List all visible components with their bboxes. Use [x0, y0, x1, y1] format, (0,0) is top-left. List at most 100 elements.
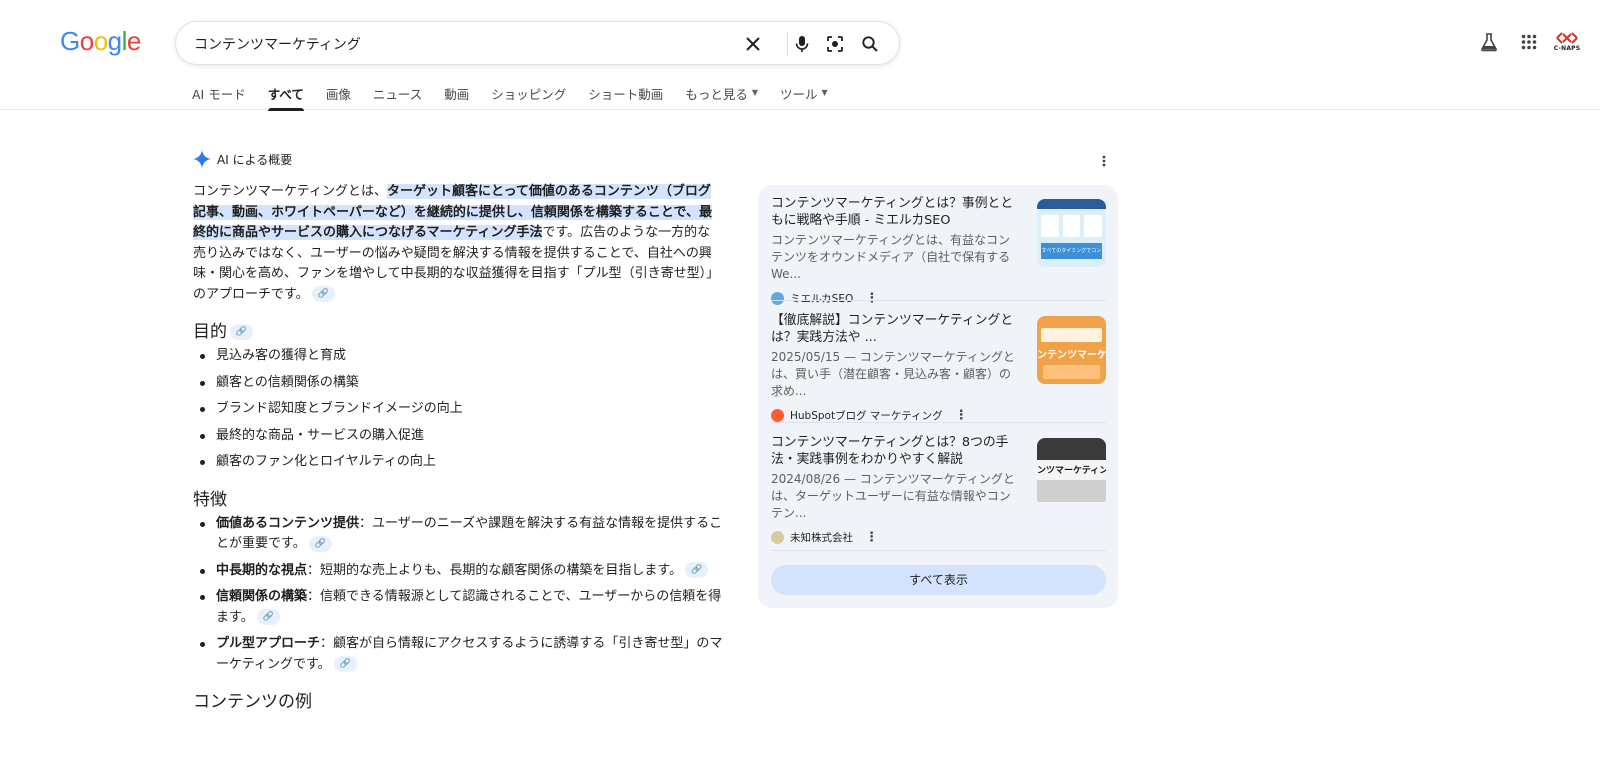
- tab-short-videos[interactable]: ショート動画: [588, 84, 663, 110]
- more-options-icon[interactable]: ⋮: [865, 530, 878, 545]
- ai-overview-header: AI による概要: [193, 150, 292, 168]
- features-heading-text: 特徴: [193, 489, 227, 510]
- tab-shopping[interactable]: ショッピング: [491, 84, 566, 110]
- account-avatar[interactable]: C-NAPS: [1552, 28, 1582, 54]
- list-item: 顧客との信頼関係の構築: [193, 373, 723, 394]
- search-box[interactable]: コンテンツマーケティング: [175, 21, 900, 65]
- apps-grid-icon[interactable]: [1517, 30, 1541, 54]
- purpose-list: 見込み客の獲得と育成 顧客との信頼関係の構築 ブランド認知度とブランドイメージの…: [193, 346, 723, 473]
- source-snippet: 2025/05/15 — コンテンツマーケティングとは、買い手（潜在顧客・見込み…: [771, 350, 1015, 398]
- intro-lead: コンテンツマーケティングとは、: [193, 184, 387, 199]
- tab-images[interactable]: 画像: [326, 84, 351, 110]
- search-tabs: AI モード すべて 画像 ニュース 動画 ショッピング ショート動画 もっと見…: [192, 84, 850, 111]
- tab-label: ショッピング: [491, 87, 567, 102]
- feature-term: 価値あるコンテンツ提供: [216, 515, 360, 531]
- tab-tools[interactable]: ツール ▼: [780, 84, 828, 110]
- list-item: 見込み客の獲得と育成: [193, 346, 723, 367]
- thumbnail-caption: ンテンツマーケティ: [1037, 350, 1106, 361]
- more-options-icon[interactable]: ⋮: [955, 408, 968, 423]
- tab-label: ツール: [779, 87, 818, 102]
- tab-label: ニュース: [372, 87, 423, 102]
- search-input[interactable]: コンテンツマーケティング: [194, 34, 361, 54]
- more-options-icon[interactable]: [1102, 152, 1106, 171]
- tab-label: もっと見る: [685, 87, 748, 102]
- purpose-heading: 目的 🔗: [193, 317, 723, 342]
- list-item: 中長期的な視点：短期的な売上よりも、長期的な顧客関係の構築を目指します。 🔗: [193, 561, 723, 582]
- source-title[interactable]: 【徹底解説】コンテンツマーケティングとは？実践方法や ...: [771, 312, 1016, 346]
- feature-separator: ：: [320, 636, 334, 651]
- source-site: HubSpotブログ マーケティング ⋮: [771, 408, 1106, 423]
- divider: [771, 300, 1106, 301]
- tab-label: AI モード: [192, 87, 246, 102]
- tab-all[interactable]: すべて: [267, 84, 305, 111]
- tab-label: 画像: [325, 87, 351, 102]
- source-thumbnail[interactable]: ンテンツマーケティ: [1037, 316, 1106, 384]
- divider: [771, 422, 1106, 423]
- search-icon[interactable]: [858, 32, 882, 56]
- feature-separator: ：: [307, 589, 321, 604]
- source-snippet: コンテンツマーケティングとは、有益なコンテンツをオウンドメディア（自社で保有する…: [771, 233, 1011, 281]
- link-chip-icon[interactable]: 🔗: [256, 609, 280, 625]
- link-chip-icon[interactable]: 🔗: [685, 562, 709, 578]
- labs-flask-icon[interactable]: [1477, 30, 1501, 54]
- site-favicon-icon: [771, 531, 784, 544]
- source-thumbnail[interactable]: すべてのタイミングでコンテンツ: [1037, 199, 1106, 267]
- source-site: 未知株式会社 ⋮: [771, 530, 1106, 545]
- source-title[interactable]: コンテンツマーケティングとは？事例とともに戦略や手順 - ミエルカSEO: [771, 195, 1016, 229]
- link-chip-icon[interactable]: 🔗: [333, 656, 357, 672]
- ai-overview-body: コンテンツマーケティングとは、ターゲット顧客にとって価値のあるコンテンツ（ブログ…: [193, 182, 723, 716]
- link-chip-icon[interactable]: 🔗: [308, 535, 332, 552]
- sources-panel: コンテンツマーケティングとは？事例とともに戦略や手順 - ミエルカSEO コンテ…: [758, 185, 1118, 608]
- header: Google コンテンツマーケティング C-NAPS AI モード すべて 画像…: [0, 0, 1600, 111]
- examples-heading: コンテンツの例: [193, 687, 723, 712]
- caret-down-icon: ▼: [751, 88, 758, 97]
- list-item: ブランド認知度とブランドイメージの向上: [193, 399, 723, 420]
- source-site-name: 未知株式会社: [790, 532, 853, 544]
- tab-label: すべて: [267, 87, 304, 102]
- list-item: 価値あるコンテンツ提供：ユーザーのニーズや課題を解決する有益な情報を提供すること…: [193, 514, 723, 555]
- list-item: 顧客のファン化とロイヤルティの向上: [193, 452, 723, 473]
- feature-text: 短期的な売上よりも、長期的な顧客関係の構築を目指します。: [320, 562, 683, 578]
- search-divider: [787, 32, 788, 56]
- thumbnail-caption: ンツマーケティング: [1037, 466, 1106, 476]
- source-site-name: HubSpotブログ マーケティング: [790, 410, 943, 422]
- source-title[interactable]: コンテンツマーケティングとは？8つの手法・実践事例をわかりやすく解説: [771, 434, 1016, 468]
- feature-term: プル型アプローチ: [216, 636, 321, 651]
- source-card[interactable]: 【徹底解説】コンテンツマーケティングとは？実践方法や ... 2025/05/1…: [771, 302, 1106, 423]
- examples-heading-text: コンテンツの例: [193, 692, 312, 712]
- feature-term: 中長期的な視点: [216, 562, 308, 578]
- source-snippet: 2024/08/26 — コンテンツマーケティングとは、ターゲットユーザーに有益…: [771, 472, 1015, 520]
- show-all-button[interactable]: すべて表示: [771, 565, 1106, 595]
- purpose-heading-text: 目的: [193, 322, 227, 342]
- list-item: 信頼関係の構築：信頼できる情報源として認識されることで、ユーザーからの信頼を得ま…: [193, 587, 723, 628]
- feature-separator: ：: [307, 562, 321, 578]
- link-chip-icon[interactable]: 🔗: [311, 286, 335, 302]
- link-chip-icon[interactable]: 🔗: [230, 324, 253, 340]
- features-list: 価値あるコンテンツ提供：ユーザーのニーズや課題を解決する有益な情報を提供すること…: [193, 514, 723, 676]
- list-item: 最終的な商品・サービスの購入促進: [193, 426, 723, 447]
- source-card[interactable]: コンテンツマーケティングとは？8つの手法・実践事例をわかりやすく解説 2024/…: [771, 424, 1106, 545]
- tab-ai-mode[interactable]: AI モード: [192, 84, 246, 110]
- intro-paragraph: コンテンツマーケティングとは、ターゲット顧客にとって価値のあるコンテンツ（ブログ…: [193, 182, 723, 305]
- feature-separator: ：: [359, 515, 373, 531]
- source-card[interactable]: コンテンツマーケティングとは？事例とともに戦略や手順 - ミエルカSEO コンテ…: [771, 185, 1106, 306]
- tab-label: ショート動画: [588, 87, 664, 102]
- google-logo[interactable]: Google: [60, 26, 141, 56]
- microphone-icon[interactable]: [790, 32, 814, 56]
- list-item: プル型アプローチ：顧客が自ら情報にアクセスするように誘導する「引き寄せ型」のマー…: [193, 634, 723, 675]
- caret-down-icon: ▼: [821, 88, 828, 97]
- lens-icon[interactable]: [823, 32, 847, 56]
- source-thumbnail[interactable]: ンツマーケティング: [1037, 438, 1106, 506]
- features-heading: 特徴: [193, 485, 723, 510]
- thumbnail-caption: すべてのタイミングでコンテンツ: [1041, 243, 1102, 259]
- site-favicon-icon: [771, 409, 784, 422]
- tab-more[interactable]: もっと見る ▼: [685, 84, 758, 110]
- clear-icon[interactable]: [741, 32, 765, 56]
- tab-videos[interactable]: 動画: [444, 84, 469, 110]
- divider: [771, 550, 1106, 551]
- gemini-sparkle-icon: [193, 150, 211, 168]
- ai-overview-title: AI による概要: [217, 152, 293, 167]
- tab-news[interactable]: ニュース: [373, 84, 422, 110]
- tab-label: 動画: [444, 87, 470, 102]
- feature-term: 信頼関係の構築: [216, 589, 308, 604]
